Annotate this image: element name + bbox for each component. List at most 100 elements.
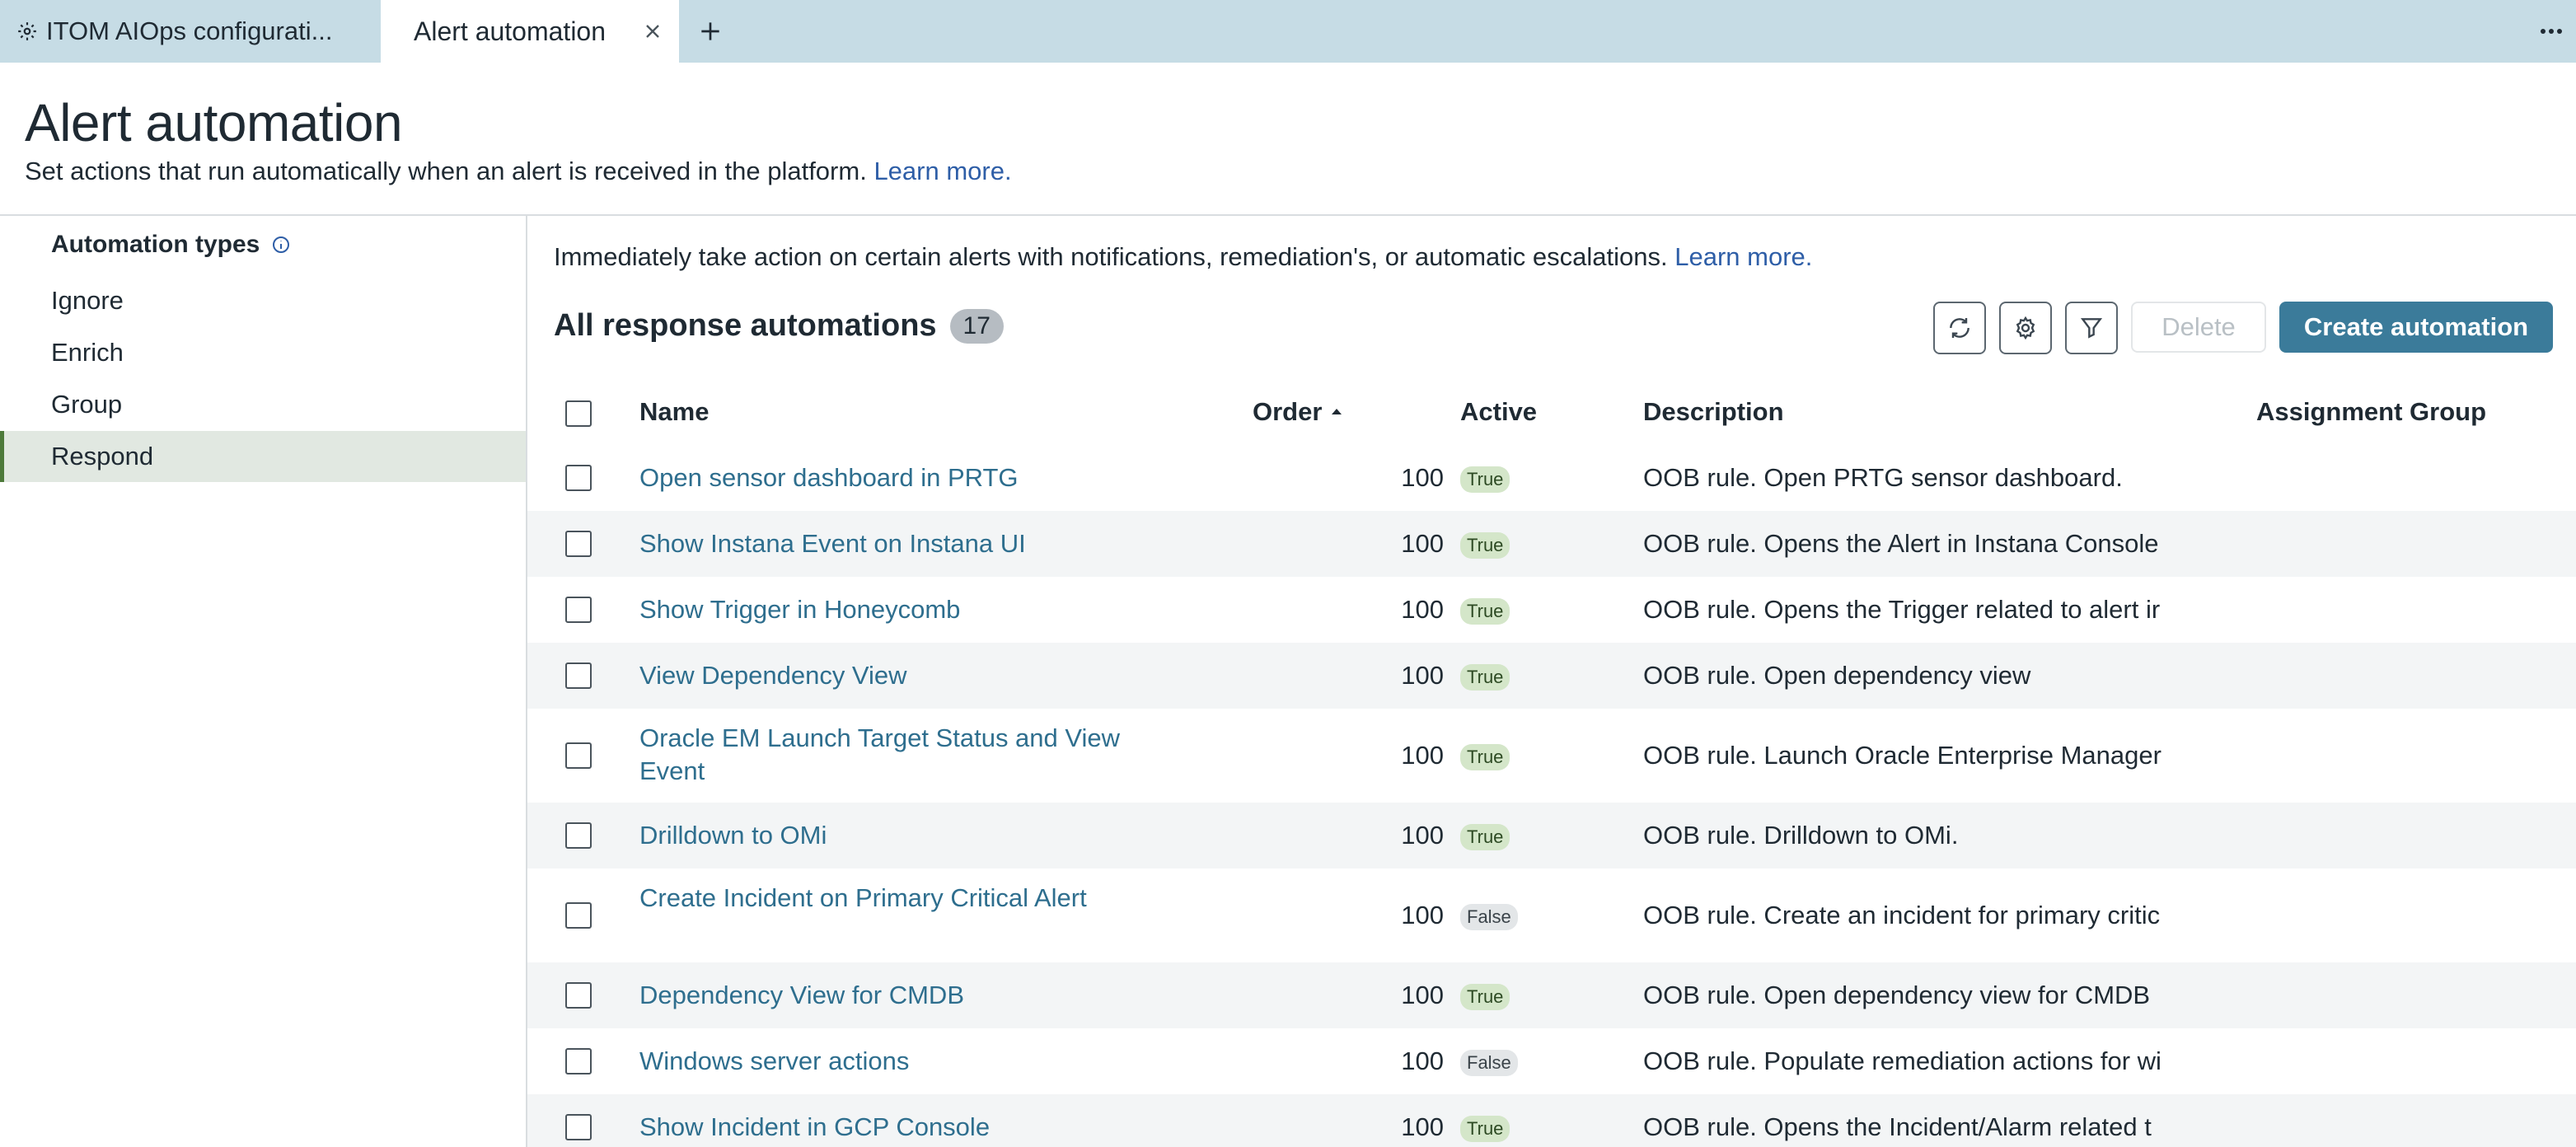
tab-bar: ITOM AIOps configurati... Alert automati… [0, 0, 2576, 63]
order-value: 100 [1401, 741, 1444, 770]
sidebar-item-respond[interactable]: Respond [0, 431, 526, 482]
table-row[interactable]: Show Incident in GCP Console 100 True OOB r… [527, 1094, 2576, 1147]
active-cell: False [1460, 1050, 1518, 1076]
sidebar-item-enrich[interactable]: Enrich [0, 327, 526, 378]
column-header-description[interactable]: Description [1643, 397, 1784, 427]
active-cell: True [1460, 532, 1510, 559]
order-value: 100 [1401, 901, 1444, 929]
automation-name-link[interactable]: Windows server actions [639, 1045, 1167, 1078]
automation-name-link[interactable]: Dependency View for CMDB [639, 979, 1167, 1012]
row-checkbox[interactable] [565, 1114, 592, 1140]
tab-itom-aiops-configuration[interactable]: ITOM AIOps configurati... [0, 0, 379, 63]
column-header-name[interactable]: Name [639, 397, 709, 427]
automation-name-link[interactable]: Show Incident in GCP Console [639, 1111, 1167, 1144]
sort-ascending-icon [1332, 409, 1342, 414]
active-status-badge: True [1460, 532, 1510, 559]
automation-name-link[interactable]: Create Incident on Primary Critical Aler… [639, 882, 1150, 915]
more-icon[interactable] [2540, 25, 2563, 38]
column-header-assignment-group[interactable]: Assignment Group [2256, 397, 2486, 427]
active-status-badge: True [1460, 466, 1510, 493]
row-checkbox[interactable] [565, 982, 592, 1009]
row-checkbox[interactable] [565, 902, 592, 929]
description-value: OOB rule. Open PRTG sensor dashboard. [1643, 463, 2123, 492]
active-status-badge: False [1460, 1050, 1518, 1076]
settings-icon [2016, 316, 2035, 340]
order-value: 100 [1401, 661, 1444, 690]
plus-icon[interactable] [697, 18, 724, 44]
intro-text: Immediately take action on certain alert… [554, 242, 1813, 271]
row-checkbox[interactable] [565, 822, 592, 849]
sidebar-item-group[interactable]: Group [0, 379, 526, 430]
automation-name-link[interactable]: Show Trigger in Honeycomb [639, 593, 1167, 626]
description-value: OOB rule. Opens the Incident/Alarm relat… [1643, 1112, 2152, 1141]
table-row[interactable]: Dependency View for CMDB 100 True OOB rule.… [527, 962, 2576, 1028]
settings-button[interactable] [1999, 302, 2052, 354]
active-status-badge: True [1460, 664, 1510, 691]
description-value: OOB rule. Open dependency view for CMDB [1643, 981, 2151, 1009]
count-badge: 17 [949, 308, 1004, 344]
description-value: OOB rule. Opens the Trigger related to a… [1643, 595, 2161, 624]
filter-button[interactable] [2065, 302, 2118, 354]
table-row[interactable]: Oracle EM Launch Target Status and View … [527, 709, 2576, 803]
active-cell: True [1460, 744, 1510, 770]
learn-more-link[interactable]: Learn more. [873, 157, 1011, 185]
active-status-badge: True [1460, 824, 1510, 850]
description-value: OOB rule. Create an incident for primary… [1643, 901, 2161, 929]
active-status-badge: False [1460, 904, 1518, 930]
row-checkbox[interactable] [565, 597, 592, 623]
select-all-checkbox[interactable] [565, 400, 592, 427]
active-cell: False [1460, 904, 1518, 930]
table-row[interactable]: Show Trigger in Honeycomb 100 True OOB rule… [527, 577, 2576, 643]
table-row[interactable]: Create Incident on Primary Critical Aler… [527, 868, 2576, 962]
sidebar-heading: Automation types [51, 231, 291, 259]
refresh-button[interactable] [1933, 302, 1986, 354]
tab-label: ITOM AIOps configurati... [46, 16, 333, 45]
learn-more-link[interactable]: Learn more. [1674, 242, 1812, 271]
description-value: OOB rule. Launch Oracle Enterprise Manag… [1643, 741, 2161, 770]
header-divider [0, 214, 2576, 216]
order-value: 100 [1401, 1112, 1444, 1141]
refresh-icon [1950, 318, 1969, 338]
row-checkbox[interactable] [565, 662, 592, 689]
automations-table: Name Order Active Description Assignment… [527, 381, 2576, 1147]
tab-label: Alert automation [414, 16, 607, 46]
active-cell: True [1460, 664, 1510, 691]
automation-name-link[interactable]: Oracle EM Launch Target Status and View … [639, 722, 1150, 788]
gear-icon [18, 22, 36, 40]
automation-name-link[interactable]: View Dependency View [639, 659, 1167, 692]
order-value: 100 [1401, 821, 1444, 850]
table-header: Name Order Active Description Assignment… [527, 381, 2576, 445]
tab-alert-automation[interactable]: Alert automation [381, 0, 679, 63]
column-header-active[interactable]: Active [1460, 397, 1537, 427]
active-cell: True [1460, 984, 1510, 1010]
info-icon[interactable] [271, 235, 291, 255]
row-checkbox[interactable] [565, 1048, 592, 1074]
page-title: Alert automation [25, 93, 403, 152]
row-checkbox[interactable] [565, 531, 592, 557]
table-row[interactable]: Open sensor dashboard in PRTG 100 True OOB … [527, 445, 2576, 511]
sidebar-item-ignore[interactable]: Ignore [0, 275, 526, 326]
delete-button[interactable]: Delete [2131, 302, 2266, 353]
row-checkbox[interactable] [565, 742, 592, 769]
table-body: Open sensor dashboard in PRTG 100 True OOB … [527, 445, 2576, 1147]
order-value: 100 [1401, 595, 1444, 624]
table-row[interactable]: Drilldown to OMi 100 True OOB rule. Drilldo… [527, 803, 2576, 868]
table-row[interactable]: Show Instana Event on Instana UI 100 True O… [527, 511, 2576, 577]
automation-name-link[interactable]: Open sensor dashboard in PRTG [639, 461, 1167, 494]
automation-name-link[interactable]: Drilldown to OMi [639, 819, 1167, 852]
automation-name-link[interactable]: Show Instana Event on Instana UI [639, 527, 1167, 560]
filter-icon [2080, 318, 2103, 339]
description-value: OOB rule. Open dependency view [1643, 661, 2031, 690]
table-row[interactable]: View Dependency View 100 True OOB rule. Ope… [527, 643, 2576, 709]
description-value: OOB rule. Populate remediation actions f… [1643, 1046, 2161, 1075]
create-automation-button[interactable]: Create automation [2279, 302, 2553, 353]
close-icon[interactable] [641, 20, 664, 43]
column-header-order[interactable]: Order [1253, 397, 1345, 427]
table-row[interactable]: Windows server actions 100 False OOB rule. … [527, 1028, 2576, 1094]
order-value: 100 [1401, 981, 1444, 1009]
row-checkbox[interactable] [565, 465, 592, 491]
active-cell: True [1460, 824, 1510, 850]
description-value: OOB rule. Opens the Alert in Instana Con… [1643, 529, 2159, 558]
active-status-badge: True [1460, 1116, 1510, 1142]
active-cell: True [1460, 598, 1510, 625]
